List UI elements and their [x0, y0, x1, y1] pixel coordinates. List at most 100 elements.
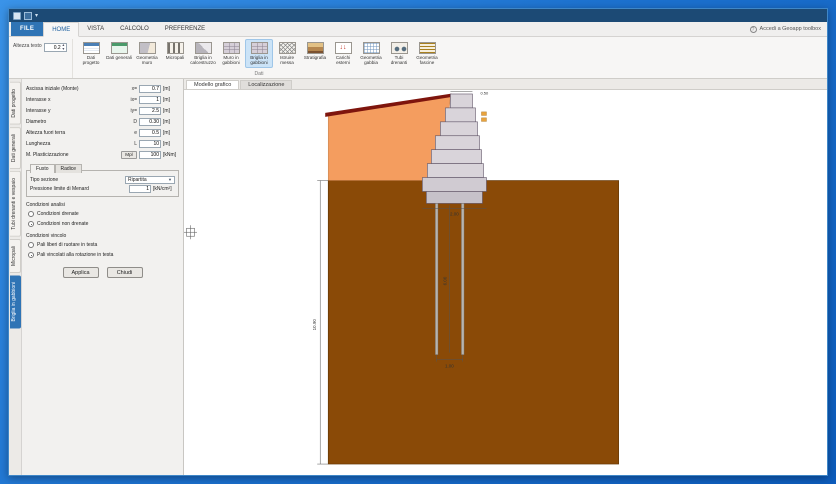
wall-geometry-icon [138, 42, 156, 54]
pile-section-box: Fusto Radice Tipo sezione Ripartita ▼ Pr… [26, 164, 179, 197]
tab-preferenze[interactable]: PREFERENZE [157, 22, 213, 36]
fascine-geometry-icon [418, 42, 436, 54]
side-tab-briglia-gabbioni[interactable]: Briglia in gabbioni [10, 274, 21, 329]
save-icon[interactable] [24, 11, 32, 20]
ribbon: Altezza testo ▲▼ Dati progetto Dati gene… [9, 37, 827, 79]
field-row: Interasse y iy= [m] [26, 106, 179, 115]
tab-vista[interactable]: VISTA [79, 22, 112, 36]
titlebar: ▾ [9, 9, 827, 22]
load-marker [481, 111, 487, 122]
dim-total-height: 10.90 [312, 319, 317, 331]
side-tab-dati-progetto[interactable]: Dati progetto [10, 82, 21, 125]
dim-pile-spacing: 1.00 [445, 364, 454, 369]
drawing-viewport[interactable]: 10.90 0.50 2.00 6.00 1.00 [184, 90, 827, 475]
properties-panel: Ascissa iniziale (Monte) x= [m] Interass… [22, 79, 184, 475]
cage-geometry-icon [362, 42, 380, 54]
ribbon-button-geometria-fascine[interactable]: Geometria fascine [413, 39, 441, 68]
field-row: Interasse x ix= [m] [26, 95, 179, 104]
ribbon-button-tubi-drenanti[interactable]: Tubi drenanti [385, 39, 413, 68]
field-row: Lunghezza L [m] [26, 139, 179, 148]
dim-top-width: 0.50 [480, 90, 489, 95]
gabion-wall-icon [222, 42, 240, 54]
external-loads-icon [334, 42, 352, 54]
geoapp-link[interactable]: ? Accedi a Geoapp toolbox [749, 22, 827, 36]
ribbon-button-briglia-calcestruzzo[interactable]: Briglia in calcestruzzo [189, 39, 217, 68]
tab-modello-grafico[interactable]: Modello grafico [186, 80, 240, 89]
drain-pipes-icon [390, 42, 408, 54]
micropiles-icon [166, 42, 184, 54]
app-window: ▾ FILE HOME VISTA CALCOLO PREFERENZE ? A… [8, 8, 828, 476]
ribbon-button-dati-progetto[interactable]: Dati progetto [77, 39, 105, 68]
ribbon-button-muro-gabbioni[interactable]: Muro in gabbioni [217, 39, 245, 68]
origin-crosshair-icon [184, 225, 198, 240]
view-tab-bar: Modello grafico Localizzazione [184, 79, 827, 90]
gabion-weir-icon [250, 42, 268, 54]
tab-file[interactable]: FILE [11, 22, 44, 36]
ribbon-button-istruire-messa[interactable]: Istruire messa [273, 39, 301, 68]
ribbon-button-stratigrafia[interactable]: Stratigrafia [301, 39, 329, 62]
side-tab-micropali[interactable]: Micropali [10, 238, 21, 273]
ribbon-button-geometria-muro[interactable]: Geometria muro [133, 39, 161, 68]
plastic-moment-input[interactable] [139, 150, 161, 159]
general-data-icon [110, 42, 128, 54]
plastic-moment-row: M. Plasticizzazione Mpl [kNm] [26, 150, 179, 159]
interasse-y-input[interactable] [139, 106, 161, 115]
ribbon-tab-bar: FILE HOME VISTA CALCOLO PREFERENZE ? Acc… [9, 22, 827, 37]
model-drawing: 10.90 0.50 2.00 6.00 1.00 [184, 90, 619, 465]
tab-calcolo[interactable]: CALCOLO [112, 22, 157, 36]
side-tab-dati-generali[interactable]: Dati generali [10, 126, 21, 169]
mpl-button[interactable]: Mpl [121, 150, 137, 159]
pressione-limite-input[interactable] [129, 184, 151, 193]
foundation-block [426, 191, 483, 204]
ribbon-button-dati-generali[interactable]: Dati generali [105, 39, 133, 62]
ribbon-group-dati: Dati progetto Dati generali Geometria mu… [77, 39, 441, 78]
tipo-sezione-select[interactable]: Ripartita ▼ [125, 175, 175, 184]
geoapp-link-label: Accedi a Geoapp toolbox [759, 26, 821, 32]
radio-non-drenate[interactable]: Condizioni non drenate [26, 220, 179, 228]
dim-pile-length: 6.00 [442, 276, 447, 285]
constraint-conditions-title: Condizioni vincolo [26, 233, 67, 239]
diametro-input[interactable] [139, 117, 161, 126]
tab-fusto[interactable]: Fusto [30, 164, 55, 173]
radio-icon [28, 242, 34, 248]
concrete-weir-icon [194, 42, 212, 54]
interasse-x-input[interactable] [139, 95, 161, 104]
quick-access-caret-icon[interactable]: ▾ [35, 13, 38, 19]
chiudi-button[interactable]: Chiudi [106, 267, 143, 278]
text-height-group: Altezza testo ▲▼ [13, 39, 73, 78]
ribbon-button-carichi-esterni[interactable]: Carichi esterni [329, 39, 357, 68]
ribbon-button-briglia-gabbioni[interactable]: Briglia in gabbioni [245, 39, 273, 68]
stratigraphy-icon [306, 42, 324, 54]
ribbon-group-label: Dati [254, 71, 264, 77]
mesh-icon [278, 42, 296, 54]
text-height-spinner[interactable]: ▲ ▼ [61, 43, 66, 51]
ascissa-iniziale-input[interactable] [139, 84, 161, 93]
ribbon-button-geometria-gabbia[interactable]: Geometria gabbia [357, 39, 385, 68]
ribbon-button-micropali[interactable]: Micropali [161, 39, 189, 62]
applica-button[interactable]: Applica [62, 267, 99, 278]
altezza-fuori-terra-input[interactable] [139, 128, 161, 137]
field-row: Ascissa iniziale (Monte) x= [m] [26, 84, 179, 93]
radio-drenate[interactable]: Condizioni drenate [26, 210, 179, 218]
dim-base-width: 2.00 [450, 211, 459, 216]
base-slab [422, 177, 487, 192]
field-row: Altezza fuori terra e [m] [26, 128, 179, 137]
project-data-icon [82, 42, 100, 54]
radio-pali-vincolati[interactable]: Pali vincolati alla rotazione in testa [26, 251, 179, 259]
radio-pali-liberi[interactable]: Pali liberi di ruotare in testa [26, 241, 179, 249]
tab-localizzazione[interactable]: Localizzazione [240, 80, 293, 89]
soil-body [327, 180, 619, 465]
tab-home[interactable]: HOME [43, 22, 80, 37]
text-height-label: Altezza testo [13, 43, 42, 49]
radio-icon [28, 211, 34, 217]
geoapp-icon: ? [749, 25, 757, 33]
tab-radice[interactable]: Radice [54, 164, 83, 173]
radio-icon [28, 252, 34, 258]
analysis-conditions-title: Condizioni analisi [26, 202, 65, 208]
radio-icon [28, 221, 34, 227]
side-tab-tubi-drenanti[interactable]: Tubi drenanti e vespaio [10, 170, 21, 237]
text-height-input[interactable] [44, 44, 61, 51]
side-tab-strip: Dati progetto Dati generali Tubi drenant… [9, 79, 22, 475]
lunghezza-input[interactable] [139, 139, 161, 148]
chevron-down-icon: ▼ [168, 177, 172, 182]
